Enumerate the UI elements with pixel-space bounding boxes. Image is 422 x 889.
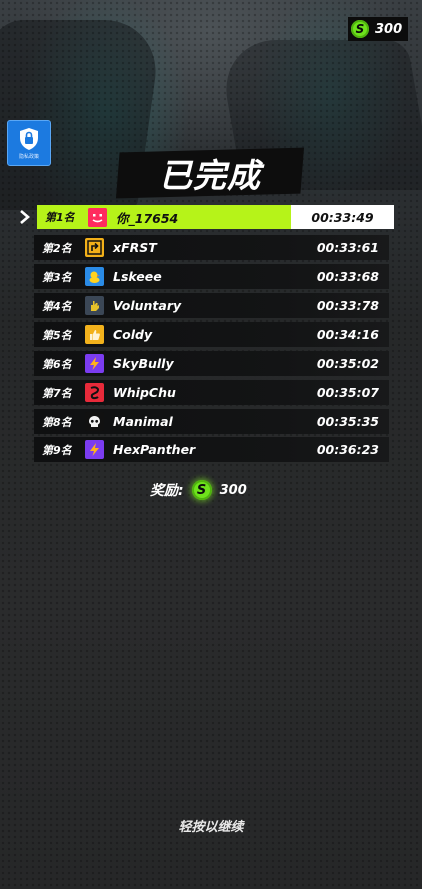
leaderboard-row: 第3名 Lskeee 00:33:68 [34, 264, 389, 289]
rank-label: 第7名 [42, 386, 72, 400]
player-name: WhipChu [113, 385, 176, 400]
player-time: 00:33:78 [316, 298, 379, 313]
red-face-icon [88, 207, 107, 227]
thumbs-up-icon [85, 325, 104, 344]
leaderboard-row: 第7名 WhipChu 00:35:07 [34, 380, 389, 405]
rank-label: 第1名 [45, 211, 75, 224]
rank-label: 第9名 [42, 443, 72, 457]
player-name: Coldy [113, 327, 153, 342]
player-time: 00:33:68 [316, 269, 379, 284]
lightning-icon [85, 440, 104, 459]
player-name: Manimal [113, 414, 173, 429]
coin-balance: S 300 [348, 17, 408, 41]
hand-gesture-icon [85, 296, 104, 315]
arrow-sign-icon [85, 238, 104, 257]
lock-shield-icon [20, 127, 38, 150]
player-time: 00:35:07 [316, 385, 379, 400]
page-title: 已完成 [159, 156, 261, 195]
coin-balance-value: 300 [375, 21, 403, 37]
player-name: HexPanther [113, 442, 196, 457]
duck-icon [85, 267, 104, 286]
dragon-icon [85, 383, 104, 402]
reward-amount: 300 [219, 482, 247, 498]
lightning-icon [85, 354, 104, 373]
player-name: xFRST [113, 240, 157, 255]
leaderboard-row: 第4名 Voluntary 00:33:78 [34, 293, 389, 318]
player-name: SkyBully [113, 356, 174, 371]
results-title-banner: 已完成 [115, 147, 305, 199]
leaderboard-row: 第2名 xFRST 00:33:61 [34, 235, 389, 260]
privacy-button-label: 隐私政策 [18, 153, 39, 160]
leaderboard-row: 第8名 Manimal 00:35:35 [34, 409, 389, 434]
player-name: Voluntary [113, 298, 182, 313]
privacy-button[interactable]: 隐私政策 [7, 120, 51, 166]
leaderboard-row: 第9名 HexPanther 00:36:23 [34, 437, 389, 462]
player-time: 00:33:61 [316, 240, 379, 255]
player-time: 00:36:23 [316, 442, 379, 457]
reward-display: 奖励: S 300 [150, 480, 247, 500]
tap-to-continue[interactable]: 轻按以继续 [0, 816, 422, 835]
leaderboard-row: 第6名 SkyBully 00:35:02 [34, 351, 389, 376]
rank-label: 第3名 [42, 270, 72, 284]
coin-icon: S [191, 480, 212, 500]
coin-icon: S [351, 20, 369, 38]
rank-label: 第8名 [42, 415, 72, 429]
player-time: 00:33:49 [291, 205, 394, 229]
skull-icon [85, 412, 104, 431]
player-name: Lskeee [113, 269, 162, 284]
player-time: 00:35:35 [316, 414, 379, 429]
rank-label: 第2名 [42, 241, 72, 255]
player-time: 00:35:02 [316, 356, 379, 371]
rank-label: 第6名 [42, 357, 72, 371]
leaderboard-row-player: 第1名 你_17654 00:33:49 [37, 205, 394, 229]
rank-label: 第5名 [42, 328, 72, 342]
reward-label: 奖励: [150, 483, 184, 499]
leaderboard-row: 第5名 Coldy 00:34:16 [34, 322, 389, 347]
chevron-right-icon [20, 210, 30, 224]
player-time: 00:34:16 [316, 327, 379, 342]
rank-label: 第4名 [42, 299, 72, 313]
